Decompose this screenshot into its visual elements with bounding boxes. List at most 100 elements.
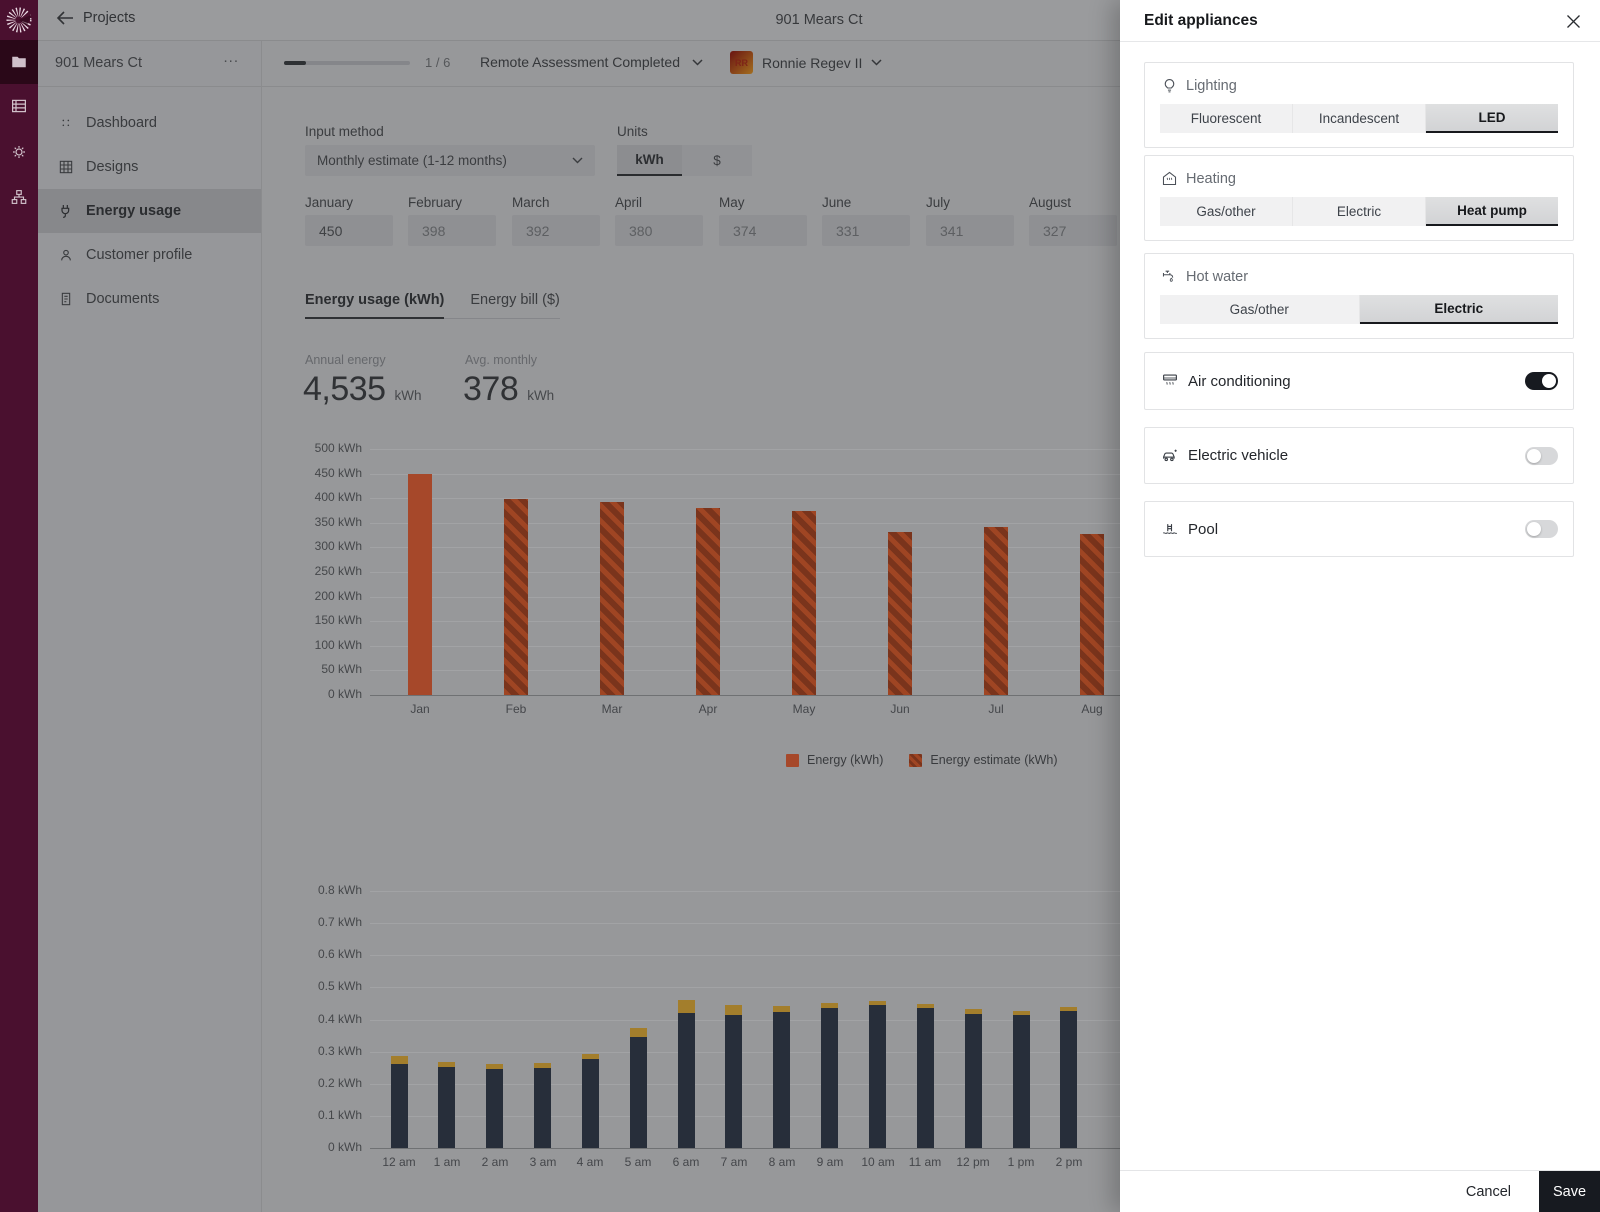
aurora-logo-icon[interactable]	[0, 0, 38, 40]
hourly-chart-bar-top	[438, 1062, 455, 1067]
hourly-chart-bar-top	[965, 1009, 982, 1014]
lighting-option-fluorescent[interactable]: Fluorescent	[1160, 104, 1293, 133]
hourly-chart-bar-top	[534, 1063, 551, 1068]
card-heating: Heating Gas/other Electric Heat pump	[1144, 155, 1574, 241]
pool-icon	[1160, 519, 1180, 539]
list-icon[interactable]	[0, 84, 38, 128]
sidebar-item-designs[interactable]: Designs	[38, 145, 261, 189]
hourly-chart-bar-top	[917, 1004, 934, 1008]
hourly-chart-bar-top	[486, 1064, 503, 1069]
hourly-chart-bar-base	[534, 1068, 551, 1148]
edit-appliances-panel: Edit appliances Lighting Fluorescent Inc…	[1120, 0, 1600, 1212]
monthly-chart-bar	[792, 511, 816, 695]
hourly-chart-bar-base	[1060, 1011, 1077, 1148]
close-icon[interactable]	[1562, 10, 1584, 32]
project-row: 901 Mears Ct ...	[38, 41, 261, 87]
legend-label: Energy (kWh)	[807, 753, 883, 767]
monthly-chart-bar	[888, 532, 912, 695]
hourly-chart-bar-base	[917, 1008, 934, 1148]
sidebar-item-dashboard[interactable]: Dashboard	[38, 101, 261, 145]
document-icon	[57, 290, 75, 308]
hourly-chart-bar-top	[630, 1028, 647, 1037]
card-electric-vehicle: Electric vehicle	[1144, 427, 1574, 484]
y-tick-label: 250 kWh	[282, 564, 362, 578]
hourly-chart-bar-base	[438, 1067, 455, 1148]
electric-vehicle-label: Electric vehicle	[1188, 447, 1288, 464]
card-hot-water: Hot water Gas/other Electric	[1144, 253, 1574, 339]
y-tick-label: 0.1 kWh	[282, 1108, 362, 1122]
hierarchy-icon[interactable]	[0, 175, 38, 219]
hot-water-option-electric[interactable]: Electric	[1360, 295, 1559, 324]
x-tick-label: Jan	[390, 702, 450, 716]
x-tick-label: Jun	[870, 702, 930, 716]
save-button[interactable]: Save	[1539, 1171, 1600, 1212]
y-tick-label: 0.2 kWh	[282, 1076, 362, 1090]
app-root: Projects 901 Mears Ct 901 Mears Ct ... D…	[0, 0, 1600, 1212]
hourly-chart-bar-top	[1060, 1007, 1077, 1011]
project-menu-button[interactable]: ...	[223, 49, 239, 66]
legend-item-energy: Energy (kWh)	[786, 753, 883, 767]
hot-water-option-gas-other[interactable]: Gas/other	[1160, 295, 1360, 324]
y-tick-label: 0 kWh	[282, 687, 362, 701]
pool-label-row: Pool	[1160, 519, 1525, 539]
sidebar-item-documents[interactable]: Documents	[38, 277, 261, 321]
hot-water-label: Hot water	[1186, 269, 1248, 285]
dashboard-icon	[57, 114, 75, 132]
projects-folder-icon[interactable]	[0, 40, 38, 84]
panel-footer: Cancel Save	[1120, 1170, 1600, 1212]
y-tick-label: 0.7 kWh	[282, 915, 362, 929]
toggle-knob	[1527, 522, 1541, 536]
x-tick-label: 2 pm	[1039, 1155, 1099, 1169]
y-tick-label: 450 kWh	[282, 466, 362, 480]
heating-option-heat-pump[interactable]: Heat pump	[1426, 197, 1558, 226]
toggle-knob	[1542, 374, 1556, 388]
hot-water-label-row: Hot water	[1160, 267, 1558, 286]
chart-legend: Energy (kWh) Energy estimate (kWh)	[786, 753, 1058, 767]
y-tick-label: 300 kWh	[282, 539, 362, 553]
card-lighting: Lighting Fluorescent Incandescent LED	[1144, 62, 1574, 148]
heating-segmented: Gas/other Electric Heat pump	[1160, 197, 1558, 226]
y-tick-label: 0 kWh	[282, 1140, 362, 1154]
sidebar-item-customer-profile[interactable]: Customer profile	[38, 233, 261, 277]
electric-vehicle-toggle[interactable]	[1525, 447, 1558, 465]
heating-option-electric[interactable]: Electric	[1293, 197, 1426, 226]
hourly-chart-bar-base	[582, 1059, 599, 1148]
y-tick-label: 0.8 kWh	[282, 883, 362, 897]
pool-label: Pool	[1188, 521, 1218, 538]
lighting-option-incandescent[interactable]: Incandescent	[1293, 104, 1426, 133]
y-tick-label: 100 kWh	[282, 638, 362, 652]
gear-icon[interactable]	[0, 130, 38, 174]
y-tick-label: 0.3 kWh	[282, 1044, 362, 1058]
designs-icon	[57, 158, 75, 176]
y-tick-label: 500 kWh	[282, 441, 362, 455]
x-tick-label: Feb	[486, 702, 546, 716]
lightbulb-icon	[1160, 76, 1179, 95]
legend-swatch-striped	[909, 754, 922, 767]
cancel-button[interactable]: Cancel	[1460, 1171, 1517, 1212]
air-conditioning-toggle[interactable]	[1525, 372, 1558, 390]
hourly-chart-bar-base	[486, 1069, 503, 1148]
toggle-knob	[1527, 449, 1541, 463]
hourly-chart-bar-top	[869, 1001, 886, 1005]
sidebar-item-energy-usage[interactable]: Energy usage	[38, 189, 261, 233]
air-conditioning-label: Air conditioning	[1188, 373, 1291, 390]
heating-option-gas-other[interactable]: Gas/other	[1160, 197, 1293, 226]
y-tick-label: 0.4 kWh	[282, 1012, 362, 1026]
electric-vehicle-icon	[1160, 446, 1180, 466]
lighting-option-led[interactable]: LED	[1426, 104, 1558, 133]
hourly-chart-bar-base	[725, 1015, 742, 1148]
pool-toggle[interactable]	[1525, 520, 1558, 538]
lighting-segmented: Fluorescent Incandescent LED	[1160, 104, 1558, 133]
sidebar: 901 Mears Ct ... Dashboard Designs	[38, 41, 262, 1212]
hourly-chart-bar-base	[821, 1008, 838, 1148]
hot-water-segmented: Gas/other Electric	[1160, 295, 1558, 324]
plug-icon	[57, 202, 75, 220]
monthly-chart-bar	[504, 499, 528, 695]
hourly-chart-bar-top	[391, 1056, 408, 1064]
x-tick-label: May	[774, 702, 834, 716]
x-tick-label: Jul	[966, 702, 1026, 716]
y-tick-label: 350 kWh	[282, 515, 362, 529]
monthly-chart-bar	[408, 474, 432, 695]
monthly-chart-bar	[1080, 534, 1104, 695]
hourly-chart-bar-base	[965, 1014, 982, 1148]
